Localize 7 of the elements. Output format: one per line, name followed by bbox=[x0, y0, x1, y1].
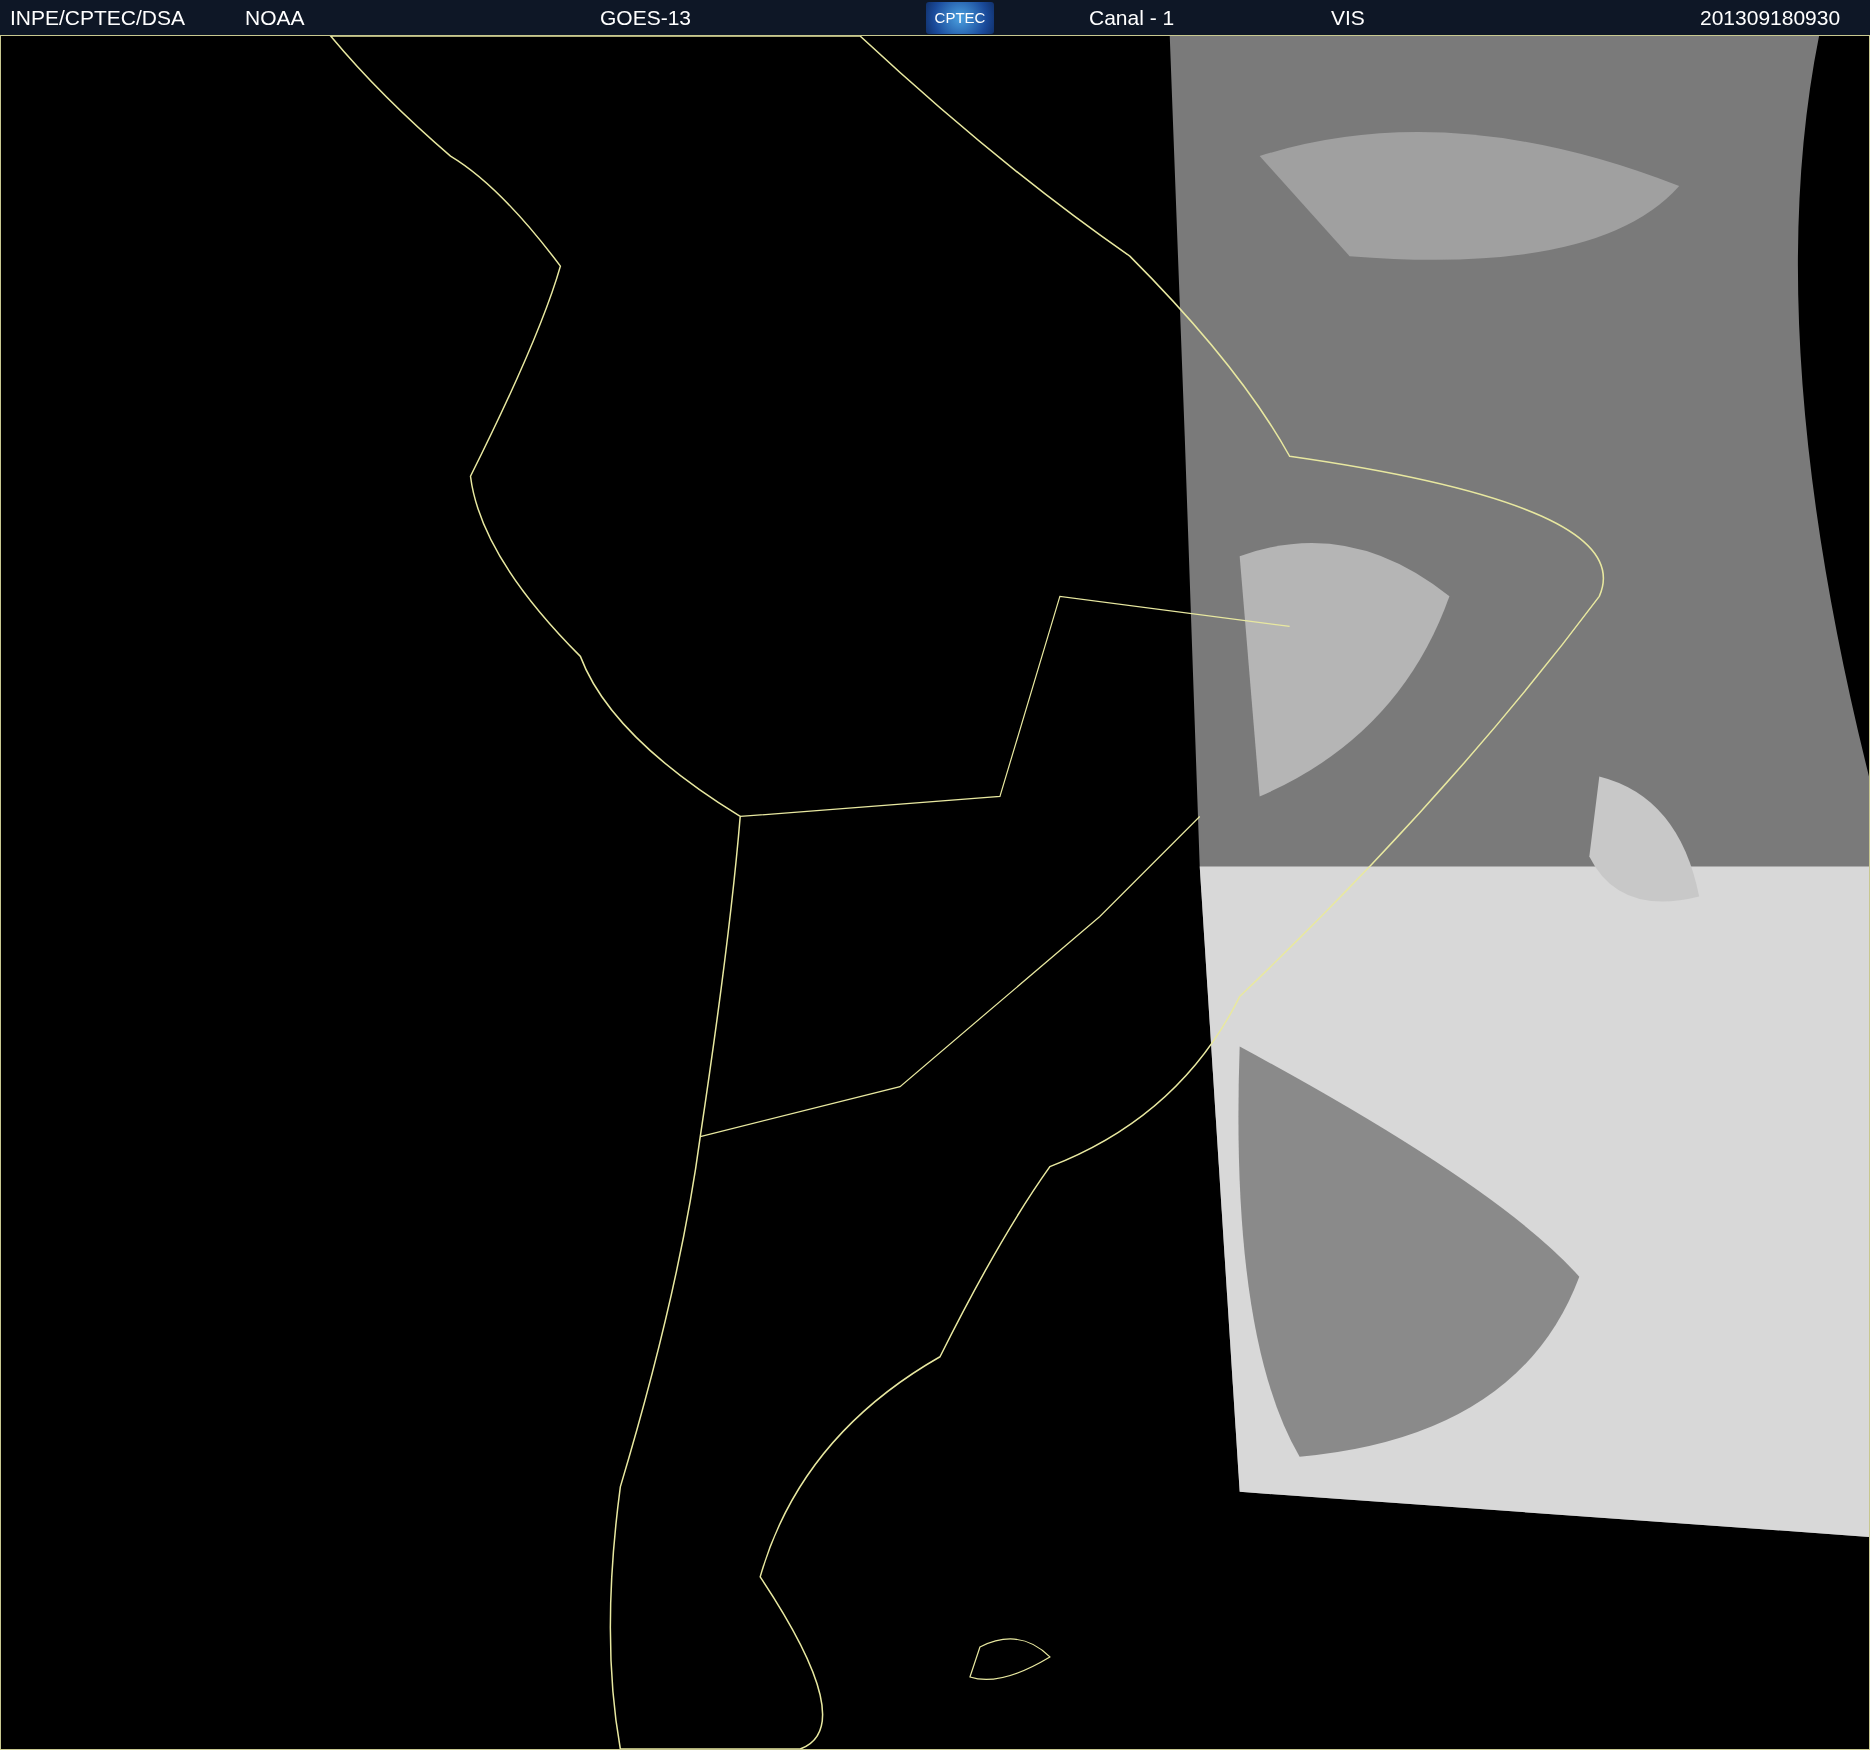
timestamp-label: 201309180930 bbox=[1700, 5, 1841, 30]
band-label: VIS bbox=[1331, 5, 1366, 30]
channel-label: Canal - 1 bbox=[1089, 5, 1176, 30]
satellite-label: GOES-13 bbox=[600, 5, 693, 30]
agency-label: NOAA bbox=[245, 5, 306, 30]
logo: CPTEC bbox=[926, 1, 994, 34]
source-label: INPE/CPTEC/DSA bbox=[10, 5, 187, 30]
